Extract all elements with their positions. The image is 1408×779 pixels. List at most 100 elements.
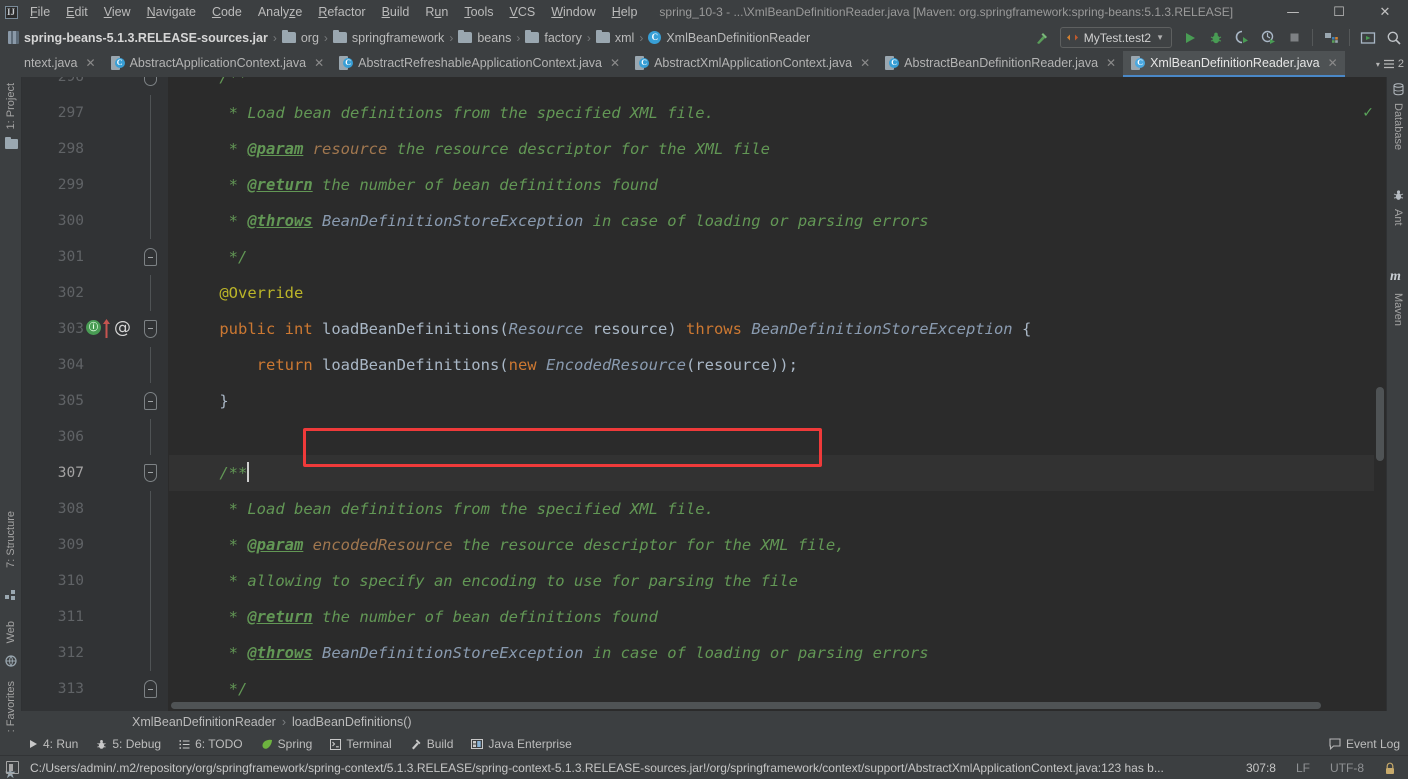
profile-button[interactable] bbox=[1256, 26, 1280, 50]
chevron-down-icon[interactable]: ▾ bbox=[1376, 60, 1380, 69]
tab-close-icon[interactable]: ✕ bbox=[86, 56, 96, 70]
sidebar-item-project[interactable]: 1: Project bbox=[0, 79, 22, 133]
tab-ntext[interactable]: ntext.java ✕ bbox=[22, 51, 103, 77]
code-line[interactable]: 307 /** bbox=[22, 455, 1386, 491]
tab-abstractbeandefinitionreader[interactable]: AbstractBeanDefinitionReader.java ✕ bbox=[877, 51, 1123, 77]
code-line[interactable]: 299 * @return the number of bean definit… bbox=[22, 167, 1386, 203]
select-in-button[interactable] bbox=[1356, 26, 1380, 50]
inspection-status-icon[interactable]: ✓ bbox=[1362, 105, 1374, 121]
breadcrumb-method[interactable]: loadBeanDefinitions() bbox=[292, 715, 412, 729]
menu-analyze[interactable]: Analyze bbox=[250, 0, 310, 24]
code-line[interactable]: 305 } bbox=[22, 383, 1386, 419]
editor-horizontal-scrollbar[interactable] bbox=[169, 700, 1374, 711]
code-line[interactable]: 300 * @throws BeanDefinitionStoreExcepti… bbox=[22, 203, 1386, 239]
run-button[interactable] bbox=[1178, 26, 1202, 50]
run-configuration-selector[interactable]: MyTest.test2 ▼ bbox=[1059, 27, 1172, 48]
search-everywhere-button[interactable] bbox=[1382, 26, 1406, 50]
tab-close-icon[interactable]: ✕ bbox=[860, 56, 870, 70]
menu-refactor[interactable]: Refactor bbox=[310, 0, 373, 24]
code-editor[interactable]: 296 /** 297 * Load bean definitions from … bbox=[22, 77, 1386, 711]
maximize-button[interactable]: ☐ bbox=[1316, 0, 1362, 24]
breadcrumb-item-factory[interactable]: factory bbox=[523, 27, 584, 49]
code-line[interactable]: 312 * @throws BeanDefinitionStoreExcepti… bbox=[22, 635, 1386, 671]
stop-button[interactable] bbox=[1282, 26, 1306, 50]
fold-start-handle[interactable] bbox=[144, 320, 157, 338]
fold-start-handle[interactable] bbox=[144, 77, 157, 86]
hscrollbar-thumb[interactable] bbox=[171, 702, 1321, 709]
lock-icon[interactable] bbox=[1378, 760, 1402, 774]
breadcrumb-item-org[interactable]: org bbox=[280, 27, 321, 49]
sidebar-item-web[interactable]: Web bbox=[0, 617, 22, 647]
tab-close-icon[interactable]: ✕ bbox=[1106, 56, 1116, 70]
code-line[interactable]: 309 * @param encodedResource the resourc… bbox=[22, 527, 1386, 563]
tab-close-icon[interactable]: ✕ bbox=[610, 56, 620, 70]
menu-window[interactable]: Window bbox=[543, 0, 603, 24]
tool-window-spring[interactable]: Spring bbox=[253, 734, 321, 754]
menu-run[interactable]: Run bbox=[417, 0, 456, 24]
close-button[interactable]: ✕ bbox=[1362, 0, 1408, 24]
menu-edit[interactable]: Edit bbox=[58, 0, 96, 24]
debug-button[interactable] bbox=[1204, 26, 1228, 50]
menu-build[interactable]: Build bbox=[374, 0, 418, 24]
run-gutter-icon[interactable]: ⓘ bbox=[86, 320, 101, 335]
fold-start-handle[interactable] bbox=[144, 464, 157, 482]
tab-xmlbeandefinitionreader[interactable]: XmlBeanDefinitionReader.java ✕ bbox=[1123, 51, 1345, 77]
minimize-button[interactable]: — bbox=[1270, 0, 1316, 24]
tab-abstractapplicationcontext[interactable]: AbstractApplicationContext.java ✕ bbox=[103, 51, 332, 77]
annotation-at-icon[interactable]: @ bbox=[114, 318, 131, 338]
line-separator[interactable]: LF bbox=[1290, 761, 1316, 775]
menu-tools[interactable]: Tools bbox=[456, 0, 501, 24]
build-button[interactable] bbox=[1030, 26, 1054, 50]
code-line[interactable]: 301 */ bbox=[22, 239, 1386, 275]
breadcrumb-item-xmlbeandefinitionreader[interactable]: C XmlBeanDefinitionReader bbox=[646, 27, 812, 49]
tool-window-java-enterprise[interactable]: Java Enterprise bbox=[463, 734, 579, 754]
tool-window-todo[interactable]: 6: TODO bbox=[171, 734, 251, 754]
sidebar-item-database[interactable]: Database bbox=[1387, 99, 1408, 154]
breadcrumb-class[interactable]: XmlBeanDefinitionReader bbox=[132, 715, 276, 729]
fold-end-handle[interactable] bbox=[144, 392, 157, 410]
code-line[interactable]: 303 ⓘ @ public int loadBeanDefinitions(Res… bbox=[22, 311, 1386, 347]
fold-end-handle[interactable] bbox=[144, 248, 157, 266]
breadcrumb-item-xml[interactable]: xml bbox=[594, 27, 636, 49]
run-with-coverage-button[interactable] bbox=[1230, 26, 1254, 50]
code-line[interactable]: 311 * @return the number of bean definit… bbox=[22, 599, 1386, 635]
tab-close-icon[interactable]: ✕ bbox=[1328, 56, 1338, 70]
tool-window-terminal[interactable]: Terminal bbox=[322, 734, 399, 754]
breadcrumb-item-beans[interactable]: beans bbox=[456, 27, 513, 49]
fold-end-handle[interactable] bbox=[144, 680, 157, 698]
file-encoding[interactable]: UTF-8 bbox=[1324, 761, 1370, 775]
breadcrumb-item-springframework[interactable]: springframework bbox=[331, 27, 446, 49]
code-line[interactable]: 298 * @param resource the resource descr… bbox=[22, 131, 1386, 167]
event-log-button[interactable]: Event Log bbox=[1329, 737, 1400, 751]
tab-abstractxmlapplicationcontext[interactable]: AbstractXmlApplicationContext.java ✕ bbox=[627, 51, 877, 77]
settings-button[interactable] bbox=[1319, 26, 1343, 50]
code-line[interactable]: 306 bbox=[22, 419, 1386, 455]
tool-window-debug[interactable]: 5: Debug bbox=[88, 734, 169, 754]
code-line[interactable]: 310 * allowing to specify an encoding to… bbox=[22, 563, 1386, 599]
sidebar-item-ant[interactable]: Ant bbox=[1387, 205, 1408, 230]
menu-vcs[interactable]: VCS bbox=[502, 0, 544, 24]
tab-close-icon[interactable]: ✕ bbox=[314, 56, 324, 70]
menu-code[interactable]: Code bbox=[204, 0, 250, 24]
menu-view[interactable]: View bbox=[96, 0, 139, 24]
caret-position[interactable]: 307:8 bbox=[1240, 761, 1282, 775]
tab-list-icon[interactable] bbox=[1383, 58, 1395, 70]
tool-window-build[interactable]: Build bbox=[402, 734, 462, 754]
menu-navigate[interactable]: Navigate bbox=[139, 0, 204, 24]
scrollbar-thumb[interactable] bbox=[1376, 387, 1384, 461]
status-message[interactable]: C:/Users/admin/.m2/repository/org/spring… bbox=[30, 761, 1232, 775]
sidebar-item-structure[interactable]: 7: Structure bbox=[0, 507, 22, 572]
code-line[interactable]: 304 return loadBeanDefinitions(new Encod… bbox=[22, 347, 1386, 383]
breadcrumb-item-spring-beans-5-1-3-release-sources-jar[interactable]: spring-beans-5.1.3.RELEASE-sources.jar bbox=[6, 27, 270, 49]
menu-file[interactable]: File bbox=[22, 0, 58, 24]
code-line[interactable]: 297 * Load bean definitions from the spe… bbox=[22, 95, 1386, 131]
editor-vertical-scrollbar[interactable] bbox=[1374, 77, 1386, 711]
menu-help[interactable]: Help bbox=[604, 0, 646, 24]
tool-window-run[interactable]: 4: Run bbox=[20, 734, 86, 754]
tab-abstractrefreshableapplicationcontext[interactable]: AbstractRefreshableApplicationContext.ja… bbox=[331, 51, 627, 77]
override-arrow-icon[interactable] bbox=[102, 318, 111, 338]
sidebar-item-maven[interactable]: Maven bbox=[1387, 289, 1408, 330]
code-line[interactable]: 296 /** bbox=[22, 77, 1386, 95]
code-line[interactable]: 302 @Override bbox=[22, 275, 1386, 311]
code-line[interactable]: 308 * Load bean definitions from the spe… bbox=[22, 491, 1386, 527]
